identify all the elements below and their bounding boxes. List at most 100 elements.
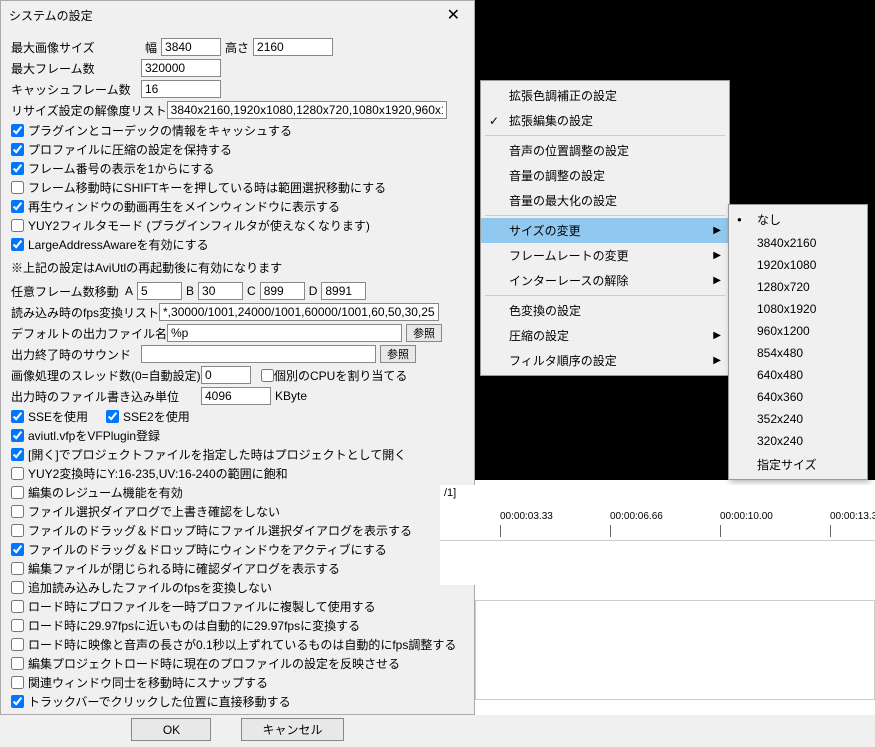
- end-sound-browse-button[interactable]: 参照: [380, 345, 416, 363]
- sse2-checkbox[interactable]: [106, 410, 119, 423]
- max-frames-input[interactable]: [141, 59, 221, 77]
- option2-checkbox[interactable]: [11, 676, 24, 689]
- restart-note: ※上記の設定はAviUtlの再起動後に有効になります: [11, 259, 464, 276]
- option2-checkbox[interactable]: [11, 638, 24, 651]
- option1-row: 再生ウィンドウの動画再生をメインウィンドウに表示する: [11, 198, 464, 215]
- menu-item[interactable]: 音声の位置調整の設定: [481, 138, 729, 163]
- option2-checkbox[interactable]: [11, 619, 24, 632]
- option2-label: ファイルのドラッグ＆ドロップ時にウィンドウをアクティブにする: [28, 541, 387, 558]
- option2-checkbox[interactable]: [11, 505, 24, 518]
- fps-list-label: 読み込み時のfps変換リスト: [11, 304, 159, 321]
- resize-list-input[interactable]: [167, 101, 447, 119]
- menu-item[interactable]: 拡張編集の設定: [481, 108, 729, 133]
- submenu-item[interactable]: 1280x720: [729, 276, 867, 298]
- option2-row: トラックバーでクリックした位置に直接移動する: [11, 693, 464, 710]
- option2-label: YUY2変換時にY:16-235,UV:16-240の範囲に飽和: [28, 465, 288, 482]
- option2-row: ロード時に映像と音声の長さが0.1秒以上ずれているものは自動的にfps調整する: [11, 636, 464, 653]
- size-submenu[interactable]: なし 3840x2160 1920x10801280x7201080x1920960…: [728, 204, 868, 480]
- menu-item-label: サイズの変更: [509, 222, 581, 239]
- option2-checkbox[interactable]: [11, 695, 24, 708]
- menu-item[interactable]: 音量の調整の設定: [481, 163, 729, 188]
- option2-checkbox[interactable]: [11, 543, 24, 556]
- sse-checkbox[interactable]: [11, 410, 24, 423]
- timeline-tick: 00:00:03.33: [500, 511, 553, 522]
- submenu-item-label: 640x480: [757, 368, 803, 382]
- submenu-item[interactable]: 640x480: [729, 364, 867, 386]
- sse2-label: SSE2を使用: [123, 408, 190, 425]
- cpu-assign-label: 個別のCPUを割り当てる: [274, 367, 407, 384]
- submenu-item[interactable]: 640x360: [729, 386, 867, 408]
- option2-checkbox[interactable]: [11, 657, 24, 670]
- option1-checkbox[interactable]: [11, 162, 24, 175]
- menu-item[interactable]: 圧縮の設定▶: [481, 323, 729, 348]
- submenu-item[interactable]: 1080x1920: [729, 298, 867, 320]
- option2-label: [開く]でプロジェクトファイルを指定した時はプロジェクトとして開く: [28, 446, 406, 463]
- menu-item[interactable]: 色変換の設定: [481, 298, 729, 323]
- submenu-item[interactable]: 320x240: [729, 430, 867, 452]
- submenu-arrow-icon: ▶: [713, 275, 721, 286]
- submenu-item-label: 3840x2160: [757, 236, 816, 250]
- option2-row: aviutl.vfpをVFPlugin登録: [11, 427, 464, 444]
- menu-item[interactable]: 音量の最大化の設定: [481, 188, 729, 213]
- frame-c-input[interactable]: [260, 282, 305, 300]
- cancel-button[interactable]: キャンセル: [241, 718, 343, 741]
- submenu-item[interactable]: なし: [729, 207, 867, 232]
- option2-checkbox[interactable]: [11, 467, 24, 480]
- option2-checkbox[interactable]: [11, 581, 24, 594]
- write-unit-input[interactable]: [201, 387, 271, 405]
- option1-checkbox[interactable]: [11, 181, 24, 194]
- menu-item[interactable]: インターレースの解除▶: [481, 268, 729, 293]
- frame-b-input[interactable]: [198, 282, 243, 300]
- threads-label: 画像処理のスレッド数(0=自動設定): [11, 367, 201, 384]
- height-input[interactable]: [253, 38, 333, 56]
- end-sound-label: 出力終了時のサウンド: [11, 346, 141, 363]
- option1-checkbox[interactable]: [11, 124, 24, 137]
- menu-item[interactable]: 拡張色調補正の設定: [481, 83, 729, 108]
- option2-checkbox[interactable]: [11, 600, 24, 613]
- option2-label: ロード時に映像と音声の長さが0.1秒以上ずれているものは自動的にfps調整する: [28, 636, 456, 653]
- submenu-item[interactable]: 指定サイズ: [729, 452, 867, 477]
- option1-checkbox[interactable]: [11, 143, 24, 156]
- option2-row: 追加読み込みしたファイルのfpsを変換しない: [11, 579, 464, 596]
- option1-checkbox[interactable]: [11, 200, 24, 213]
- option2-checkbox[interactable]: [11, 486, 24, 499]
- menu-item[interactable]: フィルタ順序の設定▶: [481, 348, 729, 373]
- close-icon[interactable]: ✕: [441, 5, 466, 25]
- option2-checkbox[interactable]: [11, 562, 24, 575]
- option2-row: 編集ファイルが閉じられる時に確認ダイアログを表示する: [11, 560, 464, 577]
- ok-button[interactable]: OK: [131, 718, 211, 741]
- cpu-assign-checkbox[interactable]: [261, 369, 274, 382]
- menu-item[interactable]: フレームレートの変更▶: [481, 243, 729, 268]
- menu-item[interactable]: サイズの変更 ▶: [481, 218, 729, 243]
- system-settings-dialog: システムの設定 ✕ 最大画像サイズ 幅 高さ 最大フレーム数 キャッシュフレーム…: [0, 0, 475, 715]
- frame-d-input[interactable]: [321, 282, 366, 300]
- submenu-item-label: 指定サイズ: [757, 456, 817, 473]
- option2-checkbox[interactable]: [11, 524, 24, 537]
- frame-a-input[interactable]: [137, 282, 182, 300]
- default-out-input[interactable]: [167, 324, 402, 342]
- option1-checkbox[interactable]: [11, 238, 24, 251]
- submenu-item[interactable]: 3840x2160: [729, 232, 867, 254]
- option1-label: フレーム移動時にSHIFTキーを押している時は範囲選択移動にする: [28, 179, 386, 196]
- option2-checkbox[interactable]: [11, 448, 24, 461]
- end-sound-input[interactable]: [141, 345, 376, 363]
- submenu-arrow-icon: ▶: [713, 225, 721, 236]
- cache-frames-input[interactable]: [141, 80, 221, 98]
- option2-checkbox[interactable]: [11, 429, 24, 442]
- fps-list-input[interactable]: [159, 303, 439, 321]
- context-menu[interactable]: 拡張色調補正の設定拡張編集の設定音声の位置調整の設定音量の調整の設定音量の最大化…: [480, 80, 730, 376]
- max-frames-label: 最大フレーム数: [11, 60, 141, 77]
- option2-label: aviutl.vfpをVFPlugin登録: [28, 427, 160, 444]
- timeline-ruler[interactable]: 00:00:03.3300:00:06.6600:00:10.0000:00:1…: [440, 511, 875, 541]
- option1-checkbox[interactable]: [11, 219, 24, 232]
- option1-row: プロファイルに圧縮の設定を保持する: [11, 141, 464, 158]
- default-out-browse-button[interactable]: 参照: [406, 324, 442, 342]
- submenu-item[interactable]: 854x480: [729, 342, 867, 364]
- threads-input[interactable]: [201, 366, 251, 384]
- option2-label: 編集のレジューム機能を有効: [28, 484, 183, 501]
- submenu-item[interactable]: 352x240: [729, 408, 867, 430]
- submenu-item[interactable]: 1920x1080: [729, 254, 867, 276]
- write-unit-unit: KByte: [275, 389, 307, 403]
- submenu-item[interactable]: 960x1200: [729, 320, 867, 342]
- width-input[interactable]: [161, 38, 221, 56]
